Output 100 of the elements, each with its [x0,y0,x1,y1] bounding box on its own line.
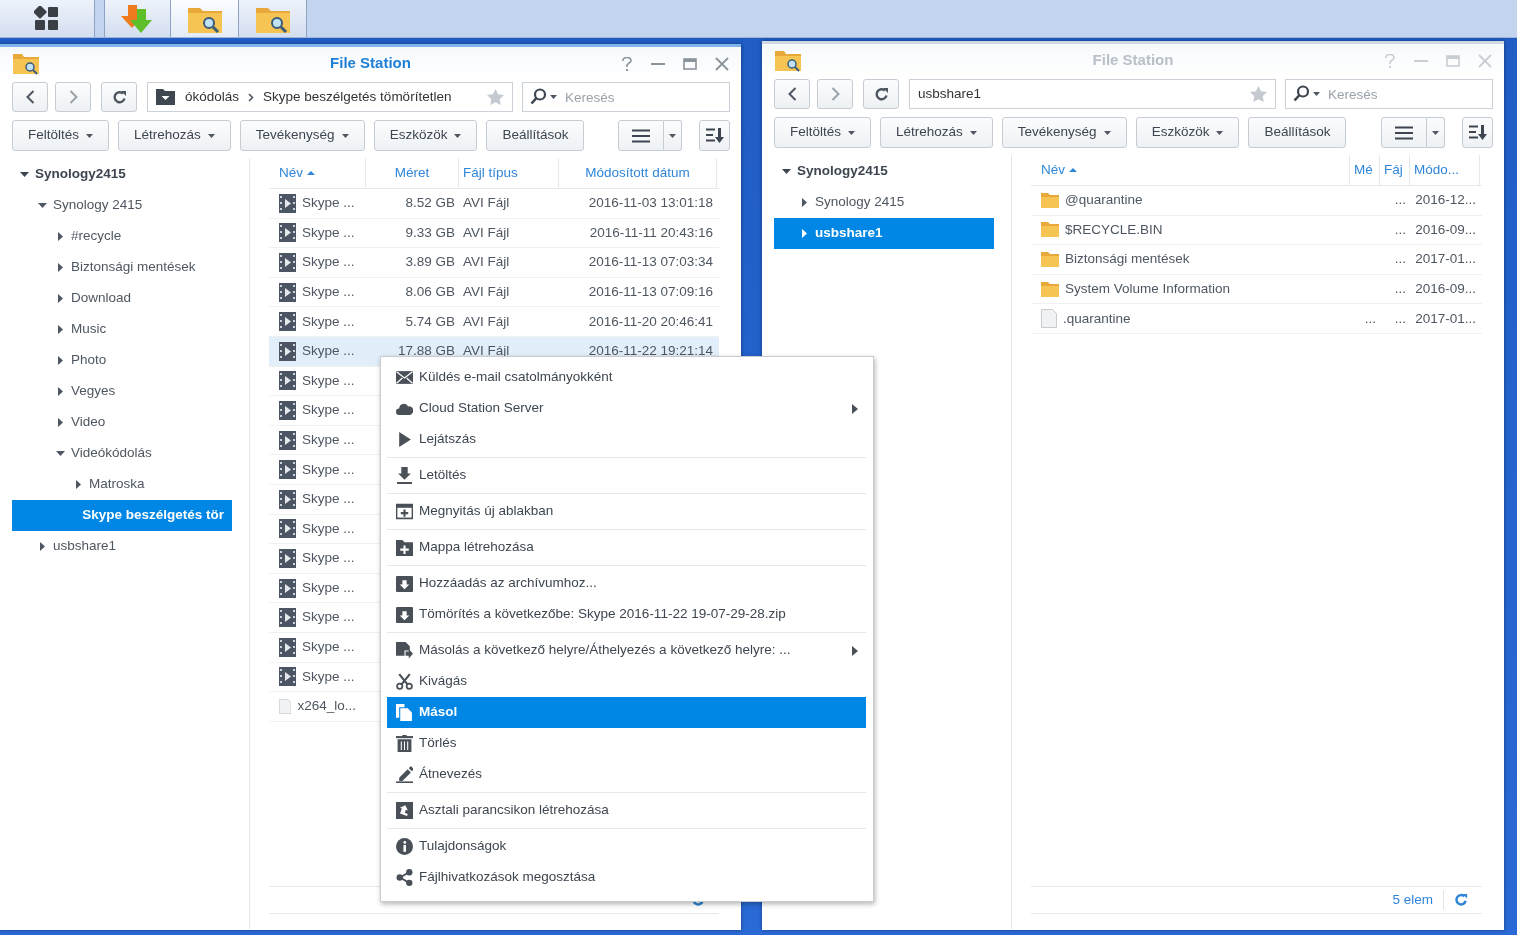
menu-item[interactable]: Fájlhivatkozások megosztása [387,862,866,893]
toolbar-button[interactable]: Beállítások [1248,117,1347,148]
close-icon [1478,53,1492,68]
tree-item[interactable]: usbshare1 [774,218,994,249]
menu-item[interactable]: Asztali parancsikon létrehozása [387,795,866,826]
toolbar-button[interactable]: Tevékenység [239,120,365,151]
menu-item[interactable]: Másol [387,697,866,728]
path-segment[interactable]: Skype beszélgetés tömörítetlen [263,86,452,108]
refresh-button[interactable] [1454,893,1468,907]
tree-item[interactable]: Videókódolás [12,438,232,469]
toolbar-button[interactable]: Feltöltés [12,120,110,151]
path-field[interactable]: usbshare1 [909,79,1276,109]
table-cell-text: 2016-12... [1415,191,1476,210]
toolbar-button[interactable]: Tevékenység [1001,117,1127,148]
toolbar-button[interactable]: Feltöltés [774,117,872,148]
tree-item[interactable]: #recycle [12,221,232,252]
menu-item[interactable]: Átnevezés [387,759,866,790]
view-button[interactable] [618,120,664,151]
path-segment[interactable]: usbshare1 [918,83,982,105]
column-header[interactable]: Fáj [1380,155,1410,185]
toolbar-button[interactable]: Beállítások [486,120,585,151]
back-button[interactable] [12,82,48,112]
view-menu-button[interactable] [664,120,682,151]
sort-button[interactable] [1462,117,1493,148]
refresh-icon [111,89,127,105]
tree-item[interactable]: Biztonsági mentések [12,252,232,283]
column-header[interactable]: Módosított dátum [559,158,717,188]
menu-item[interactable]: Másolás a következő helyre/Áthelyezés a következő helyre: ... [387,635,866,666]
video-file-icon [279,637,296,657]
column-header[interactable]: Fájl típus [459,158,559,188]
toolbar-button[interactable]: Eszközök [373,120,478,151]
collapsed-arrow-icon [58,325,63,334]
menu-item[interactable]: Tömörítés a következőbe: Skype 2016-11-22 19-07-29-28.zip [387,599,866,630]
close-button[interactable] [715,56,729,71]
view-button[interactable] [1381,117,1427,148]
tree-item[interactable]: usbshare1 [12,531,232,562]
menu-item[interactable]: Tulajdonságok [387,831,866,862]
path-field[interactable]: ókódolás Skype beszélgetés tömörítetlen [147,82,513,112]
file-row[interactable]: Skype ... 3.89 GB AVI Fájl 2016-11-13 07:03:34 [269,248,719,278]
back-button[interactable] [774,79,810,109]
file-row[interactable]: $RECYCLE.BIN ... 2016-09... [1031,215,1482,246]
file-station-button[interactable] [171,0,239,37]
refresh-button[interactable] [101,82,137,112]
menu-item[interactable]: Letöltés [387,460,866,491]
menu-item[interactable]: Megnyitás új ablakban [387,496,866,527]
sort-button[interactable] [699,120,730,151]
menu-item[interactable]: Mappa létrehozása [387,532,866,563]
maximize-icon [683,56,697,71]
video-file-icon [279,371,296,391]
file-row[interactable]: @quarantine ... 2016-12... [1031,186,1482,216]
download-station-button[interactable] [104,0,171,37]
file-name: @quarantine [1065,191,1143,210]
file-row[interactable]: .quarantine ... ... 2017-01... [1031,304,1482,334]
maximize-button[interactable] [683,56,697,71]
view-menu-button[interactable] [1427,117,1445,148]
forward-button[interactable] [817,79,853,109]
file-name: Skype ... [302,223,355,242]
column-header[interactable]: Mé [1350,155,1380,185]
column-header[interactable]: Név [1031,155,1350,185]
file-row[interactable]: Skype ... 5.74 GB AVI Fájl 2016-11-20 20:46:41 [269,307,719,337]
file-station-button[interactable] [239,0,307,37]
tree-item[interactable]: Synology 2415 [774,187,994,218]
tree-item[interactable]: Synology2415 [12,159,232,190]
sort-ascending-icon [1069,168,1077,172]
table-cell-text: 9.33 GB [405,223,455,242]
tree-item[interactable]: Matroska [12,469,232,500]
table-cell-text: 2016-11-13 07:09:16 [588,282,713,301]
table-cell-text: 2016-09... [1415,279,1476,298]
tree-item[interactable]: Photo [12,345,232,376]
tree-item[interactable]: Synology 2415 [12,190,232,221]
toolbar-button[interactable]: Létrehozás [118,120,231,151]
menu-item[interactable]: Törlés [387,728,866,759]
forward-button[interactable] [55,82,91,112]
column-header[interactable]: Módo... [1410,155,1480,185]
file-row[interactable]: Skype ... 8.06 GB AVI Fájl 2016-11-13 07:09:16 [269,277,719,308]
tree-item[interactable]: Video [12,407,232,438]
path-segment[interactable]: ókódolás [185,86,240,108]
column-header[interactable]: Méret [366,158,459,188]
file-name: Skype ... [302,430,355,449]
file-row[interactable]: System Volume Information ... 2016-09... [1031,274,1482,305]
main-menu-button[interactable] [0,0,95,37]
column-header[interactable]: Név [269,158,366,188]
file-row[interactable]: Skype ... 9.33 GB AVI Fájl 2016-11-11 20:43:16 [269,218,719,249]
tree-item[interactable]: Music [12,314,232,345]
tree-item[interactable]: Vegyes [12,376,232,407]
toolbar-button[interactable]: Eszközök [1135,117,1240,148]
menu-item[interactable]: Hozzáadás az archívumhoz... [387,568,866,599]
menu-item[interactable]: Lejátszás [387,424,866,455]
tree-item[interactable]: Download [12,283,232,314]
search-field[interactable]: Keresés [1285,79,1493,109]
menu-item[interactable]: Cloud Station Server [387,393,866,424]
refresh-button[interactable] [863,79,899,109]
search-field[interactable]: Keresés [522,82,730,112]
file-row[interactable]: Skype ... 8.52 GB AVI Fájl 2016-11-03 13:01:18 [269,189,719,219]
toolbar-button[interactable]: Létrehozás [880,117,993,148]
menu-item[interactable]: Kivágás [387,666,866,697]
help-button[interactable] [621,56,633,71]
tree-item[interactable]: Synology2415 [774,156,994,187]
tree-item[interactable]: Skype beszélgetés tör [12,500,232,531]
file-row[interactable]: Biztonsági mentések ... 2017-01... [1031,245,1482,275]
